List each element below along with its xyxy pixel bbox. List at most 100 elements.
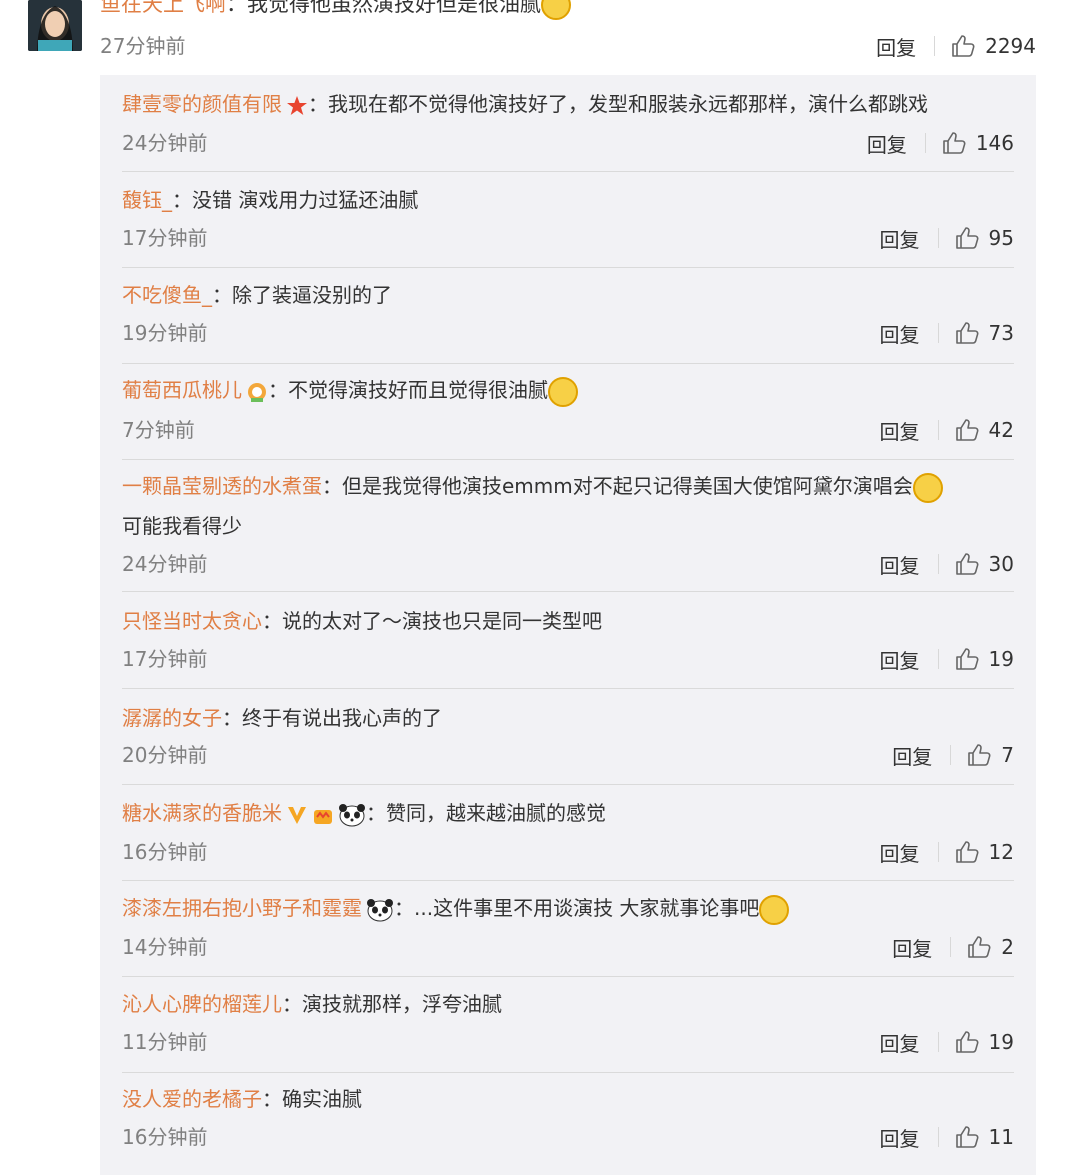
reply-item: 不吃傻鱼_：除了装逼没别的了 19分钟前 回复 73 [122, 268, 1014, 364]
thumbs-up-icon [955, 648, 979, 670]
username-link[interactable]: 沁人心脾的榴莲儿 [122, 992, 282, 1016]
reply-text: ：除了装逼没别的了 [212, 283, 392, 307]
divider [937, 228, 939, 248]
divider [924, 133, 926, 153]
reply-text-continued: 可能我看得少 [122, 514, 242, 538]
username-link[interactable]: 没人爱的老橘子 [122, 1087, 262, 1111]
reply-time: 16分钟前 [122, 1125, 208, 1149]
reply-actions: 回复 30 [880, 550, 1014, 578]
like-button[interactable]: 19 [955, 647, 1014, 671]
like-button[interactable]: 2 [967, 935, 1014, 959]
reply-button[interactable]: 回复 [880, 1028, 920, 1057]
reply-time: 17分钟前 [122, 647, 208, 671]
reply-button[interactable]: 回复 [880, 224, 920, 253]
divider [937, 323, 939, 343]
like-count: 12 [988, 840, 1014, 864]
thumbs-up-icon [943, 132, 966, 154]
reply-text: ：演技就那样，浮夸油腻 [282, 992, 502, 1016]
thumbs-up-icon [955, 841, 979, 863]
reply-text: ：说的太对了～演技也只是同一类型吧 [262, 609, 602, 633]
reply-time: 11分钟前 [122, 1030, 208, 1054]
reply-button[interactable]: 回复 [880, 645, 920, 674]
username-link[interactable]: 鱼在天上飞啊 [100, 0, 226, 16]
reply-item: 没人爱的老橘子：确实油腻 16分钟前 回复 11 [122, 1073, 1014, 1168]
reply-time: 20分钟前 [122, 743, 208, 767]
avatar[interactable] [28, 0, 82, 51]
like-count: 19 [988, 647, 1014, 671]
username-link[interactable]: 一颗晶莹剔透的水煮蛋 [122, 474, 322, 498]
username-link[interactable]: 馥钰_ [122, 188, 172, 212]
username-link[interactable]: 不吃傻鱼_ [122, 283, 212, 307]
reply-text: ：赞同，越来越油腻的感觉 [366, 801, 606, 825]
reply-button[interactable]: 回复 [880, 838, 920, 867]
username-link[interactable]: 只怪当时太贪心 [122, 609, 262, 633]
like-button[interactable]: 146 [942, 131, 1014, 155]
divider [937, 1032, 939, 1052]
reply-actions: 回复 19 [880, 1028, 1014, 1056]
username-link[interactable]: 潺潺的女子 [122, 706, 222, 730]
reply-button[interactable]: 回复 [867, 129, 907, 158]
thumbs-up-icon [952, 35, 975, 57]
like-button[interactable]: 42 [955, 418, 1014, 442]
laugh-cry-emoji-icon [912, 472, 943, 503]
like-count: 2294 [985, 34, 1036, 58]
reply-item: 葡萄西瓜桃儿 ：不觉得演技好而且觉得很油腻 7分钟前 回复 42 [122, 364, 1014, 460]
reply-actions: 回复 11 [880, 1123, 1014, 1151]
reply-text: ：...这件事里不用谈演技 大家就事论事吧 [394, 896, 760, 920]
username-link[interactable]: 肆壹零的颜值有限 [122, 92, 282, 116]
reply-text: ：终于有说出我心声的了 [222, 706, 442, 730]
reply-time: 17分钟前 [122, 226, 208, 250]
reply-time: 7分钟前 [122, 418, 195, 442]
reply-actions: 回复 95 [880, 224, 1014, 252]
reply-button[interactable]: 回复 [880, 1123, 920, 1152]
reply-item: 糖水满家的香脆米 ：赞同，越来越油腻的感觉 16分钟前 回复 12 [122, 785, 1014, 881]
thumbs-up-icon [968, 936, 991, 958]
comment-time: 27分钟前 [100, 34, 186, 58]
reply-actions: 回复 19 [880, 645, 1014, 673]
reply-time: 24分钟前 [122, 552, 208, 576]
divider [937, 420, 939, 440]
like-count: 19 [988, 1030, 1014, 1054]
reply-item: 漆漆左拥右抱小野子和霆霆 ：...这件事里不用谈演技 大家就事论事吧 14分钟前 … [122, 881, 1014, 977]
like-count: 146 [975, 131, 1014, 155]
crown-badge-icon [314, 809, 332, 824]
like-count: 2 [1001, 935, 1014, 959]
reply-button[interactable]: 回复 [892, 933, 932, 962]
username-link[interactable]: 葡萄西瓜桃儿 [122, 378, 242, 402]
reply-button[interactable]: 回复 [880, 319, 920, 348]
panda-icon [339, 803, 365, 826]
like-button[interactable]: 30 [955, 552, 1014, 576]
divider [950, 937, 952, 957]
reply-time: 24分钟前 [122, 131, 208, 155]
divider [937, 554, 939, 574]
smile-emoji-icon [541, 0, 571, 20]
reply-actions: 回复 12 [880, 838, 1014, 866]
like-button[interactable]: 73 [955, 321, 1014, 345]
reply-time: 16分钟前 [122, 840, 208, 864]
like-button[interactable]: 95 [955, 226, 1014, 250]
thumbs-up-icon [955, 1031, 979, 1053]
like-button[interactable]: 11 [955, 1125, 1014, 1149]
thumbs-up-icon [968, 744, 991, 766]
like-count: 95 [988, 226, 1014, 250]
laugh-cry-emoji-icon [548, 376, 578, 407]
reply-button[interactable]: 回复 [880, 416, 920, 445]
reply-item: 潺潺的女子：终于有说出我心声的了 20分钟前 回复 7 [122, 689, 1014, 785]
reply-button[interactable]: 回复 [876, 32, 916, 61]
reply-button[interactable]: 回复 [880, 550, 920, 579]
like-button[interactable]: 7 [967, 743, 1014, 767]
reply-item: 一颗晶莹剔透的水煮蛋：但是我觉得他演技emmm对不起只记得美国大使馆阿黛尔演唱会… [122, 460, 1014, 592]
like-button[interactable]: 2294 [951, 34, 1036, 58]
reply-time: 14分钟前 [122, 935, 208, 959]
reply-button[interactable]: 回复 [892, 741, 932, 770]
like-button[interactable]: 19 [955, 1030, 1014, 1054]
divider [937, 1127, 939, 1147]
reply-actions: 回复 7 [892, 741, 1014, 769]
like-button[interactable]: 12 [955, 840, 1014, 864]
username-link[interactable]: 糖水满家的香脆米 [122, 801, 282, 825]
thumbs-up-icon [955, 227, 979, 249]
reply-text: ：确实油腻 [262, 1087, 362, 1111]
replies-container: 肆壹零的颜值有限 ：我现在都不觉得他演技好了，发型和服装永远都那样，演什么都跳戏 … [100, 75, 1036, 1175]
panda-icon [367, 898, 393, 921]
username-link[interactable]: 漆漆左拥右抱小野子和霆霆 [122, 896, 362, 920]
